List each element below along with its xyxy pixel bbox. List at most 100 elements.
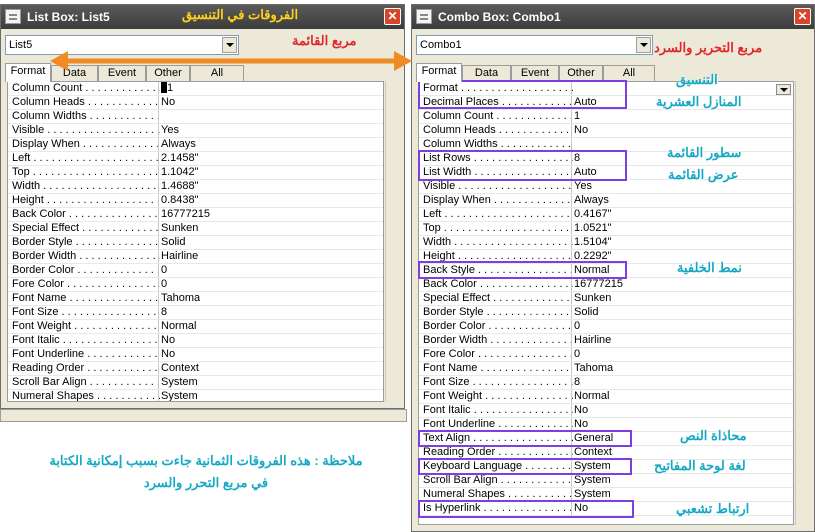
tab-all[interactable]: All [603, 65, 655, 81]
property-value[interactable]: 8 [571, 376, 793, 389]
note-text: ملاحظة : هذه الفروقات الثمانية جاءت بسبب… [10, 450, 402, 494]
property-value[interactable]: Tahoma [571, 362, 793, 375]
property-value[interactable]: System [158, 376, 383, 389]
property-row[interactable]: Display WhenAlways [419, 194, 793, 208]
property-value[interactable]: Tahoma [158, 292, 383, 305]
property-value[interactable]: Always [571, 194, 793, 207]
property-row[interactable]: Special EffectSunken [8, 222, 383, 236]
property-row[interactable]: Border StyleSolid [419, 306, 793, 320]
property-row[interactable]: Left0.4167" [419, 208, 793, 222]
property-value[interactable]: 0 [571, 348, 793, 361]
property-value-text: 0.8438" [161, 194, 199, 206]
property-row[interactable]: Back Color16777215 [8, 208, 383, 222]
tab-data[interactable]: Data [462, 65, 511, 81]
property-row[interactable]: Column Count1 [419, 110, 793, 124]
property-row[interactable]: Fore Color0 [419, 348, 793, 362]
property-row[interactable]: Display WhenAlways [8, 138, 383, 152]
property-value[interactable]: 1.5104" [571, 236, 793, 249]
property-row[interactable]: Border Color0 [8, 264, 383, 278]
property-value[interactable]: 1.0521" [571, 222, 793, 235]
property-row[interactable]: Width1.4688" [8, 180, 383, 194]
property-value[interactable]: 2.1458" [158, 152, 383, 165]
property-row[interactable]: Left2.1458" [8, 152, 383, 166]
property-row[interactable]: Font WeightNormal [8, 320, 383, 334]
property-value[interactable]: Yes [158, 124, 383, 137]
property-value[interactable]: Always [158, 138, 383, 151]
property-row[interactable]: Border Color0 [419, 320, 793, 334]
property-value[interactable]: No [158, 96, 383, 109]
property-value[interactable]: Hairline [158, 250, 383, 263]
property-value[interactable]: 0 [158, 264, 383, 277]
property-row[interactable]: Back Color16777215 [419, 278, 793, 292]
property-value[interactable]: 1.1042" [158, 166, 383, 179]
property-row[interactable]: Font Size8 [8, 306, 383, 320]
property-row[interactable]: Reading OrderContext [8, 362, 383, 376]
chevron-down-icon[interactable] [636, 37, 651, 53]
close-icon[interactable]: ✕ [794, 8, 811, 25]
property-row[interactable]: Border WidthHairline [8, 250, 383, 264]
property-value[interactable]: No [158, 348, 383, 361]
property-value[interactable]: No [158, 334, 383, 347]
combo-box-titlebar[interactable]: Combo Box: Combo1 ✕ [412, 5, 814, 29]
property-row[interactable]: Column Widths [8, 110, 383, 124]
property-row[interactable]: Scroll Bar AlignSystem [8, 376, 383, 390]
property-value[interactable]: 1 [571, 110, 793, 123]
property-value[interactable]: 0 [158, 278, 383, 291]
property-value-text: Tahoma [161, 292, 201, 304]
property-value[interactable] [158, 110, 383, 123]
property-value[interactable]: Solid [158, 236, 383, 249]
property-row[interactable]: Font Size8 [419, 376, 793, 390]
property-value[interactable]: 8 [158, 306, 383, 319]
property-value[interactable]: 0 [571, 320, 793, 333]
property-row[interactable]: Border StyleSolid [8, 236, 383, 250]
property-value[interactable]: 0.4167" [571, 208, 793, 221]
tab-event[interactable]: Event [511, 65, 559, 81]
property-value[interactable]: 0.8438" [158, 194, 383, 207]
property-row[interactable]: Border WidthHairline [419, 334, 793, 348]
property-value[interactable]: No [571, 404, 793, 417]
property-row[interactable]: Font ItalicNo [419, 404, 793, 418]
format-dropdown-button[interactable] [776, 84, 791, 95]
property-row[interactable]: Special EffectSunken [419, 292, 793, 306]
property-value[interactable]: 16777215 [571, 278, 793, 291]
property-label: Column Heads [12, 96, 160, 109]
tab-format[interactable]: Format [416, 63, 462, 82]
property-row[interactable]: Font ItalicNo [8, 334, 383, 348]
property-row[interactable]: Column HeadsNo [8, 96, 383, 110]
property-value[interactable]: 1 [158, 82, 383, 95]
property-value[interactable]: Solid [571, 306, 793, 319]
combo-box-scrollbar[interactable] [795, 81, 811, 525]
property-value[interactable]: 1.4688" [158, 180, 383, 193]
tab-other[interactable]: Other [559, 65, 603, 81]
property-row[interactable]: Top1.1042" [8, 166, 383, 180]
property-row[interactable]: Column Count1 [8, 82, 383, 96]
property-value[interactable]: Context [158, 362, 383, 375]
property-value[interactable]: System [571, 474, 793, 487]
combo-box-object-selector[interactable]: Combo1 [416, 35, 653, 55]
property-value[interactable]: No [571, 124, 793, 137]
property-row[interactable]: Font NameTahoma [8, 292, 383, 306]
property-value[interactable]: System [158, 390, 383, 401]
property-row[interactable]: Column HeadsNo [419, 124, 793, 138]
property-value[interactable]: Normal [158, 320, 383, 333]
property-row[interactable]: Font NameTahoma [419, 362, 793, 376]
property-label: Width [423, 236, 573, 249]
property-value[interactable]: Sunken [571, 292, 793, 305]
property-value[interactable]: Sunken [158, 222, 383, 235]
property-value[interactable]: 16777215 [158, 208, 383, 221]
property-row[interactable]: Scroll Bar AlignSystem [419, 474, 793, 488]
close-icon[interactable]: ✕ [384, 8, 401, 25]
property-row[interactable]: Numeral ShapesSystem [8, 390, 383, 401]
property-row[interactable]: Height0.8438" [8, 194, 383, 208]
list-box-scrollbar[interactable] [385, 81, 401, 402]
property-row[interactable]: Top1.0521" [419, 222, 793, 236]
tab-format[interactable]: Format [5, 63, 51, 82]
property-row[interactable]: Width1.5104" [419, 236, 793, 250]
property-row[interactable]: Font UnderlineNo [8, 348, 383, 362]
property-label: Column Count [423, 110, 573, 123]
property-row[interactable]: Font WeightNormal [419, 390, 793, 404]
property-row[interactable]: Fore Color0 [8, 278, 383, 292]
property-value[interactable]: Normal [571, 390, 793, 403]
property-value[interactable]: Hairline [571, 334, 793, 347]
property-row[interactable]: VisibleYes [8, 124, 383, 138]
